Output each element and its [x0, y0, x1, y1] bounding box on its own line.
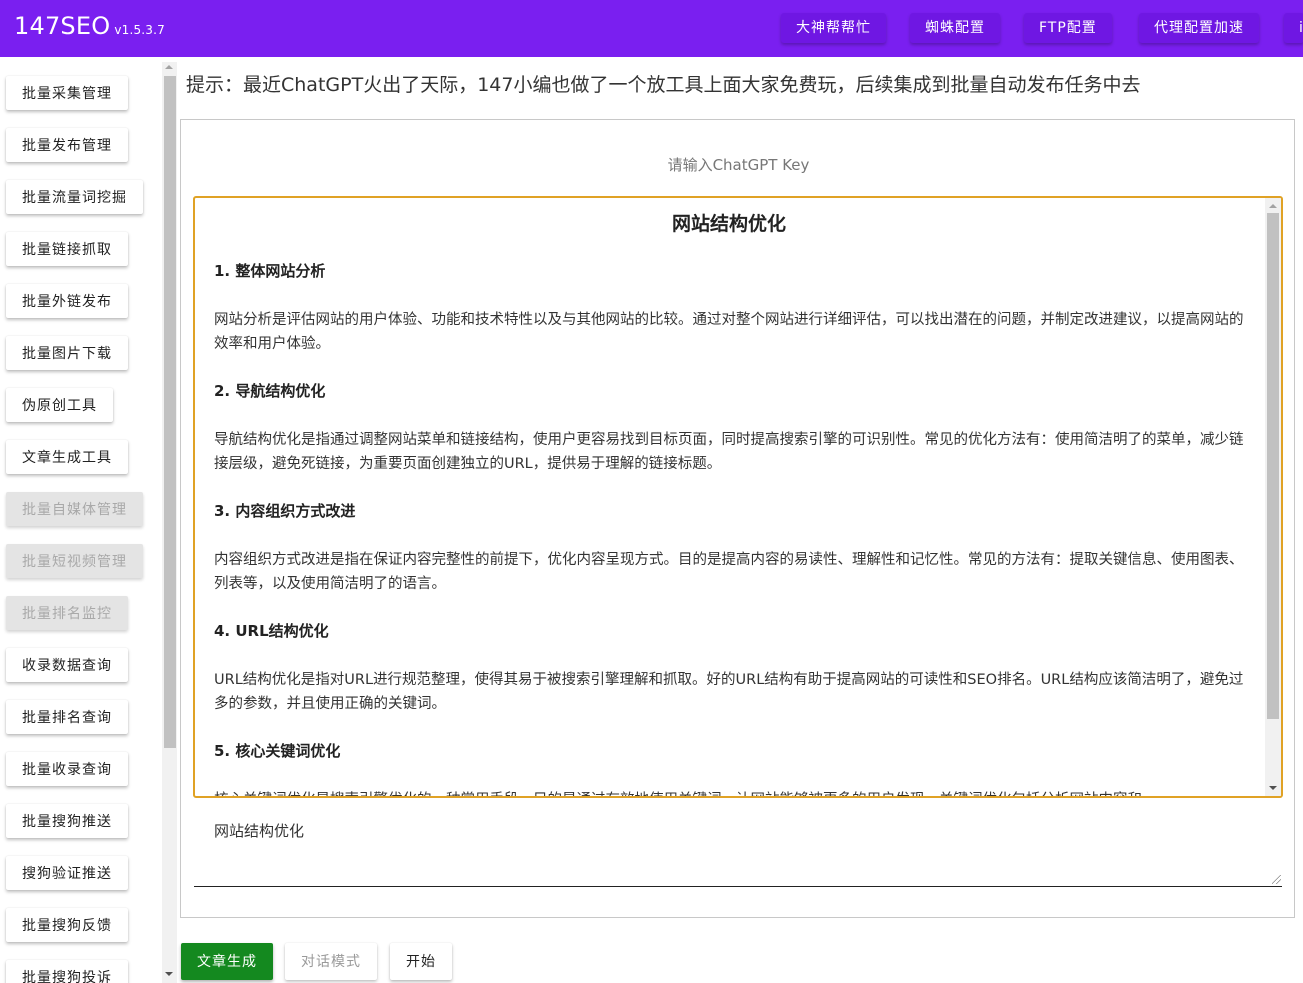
resize-grip-icon[interactable] [1272, 875, 1281, 884]
sidebar-item-sogou-push[interactable]: 批量搜狗推送 [6, 804, 128, 838]
section-body: 内容组织方式改进是指在保证内容完整性的前提下，优化内容呈现方式。目的是提高内容的… [214, 552, 1244, 592]
sidebar-item-media-manage: 批量自媒体管理 [6, 492, 143, 526]
help-button[interactable]: 大神帮帮忙 [781, 13, 886, 43]
ftp-config-button[interactable]: FTP配置 [1024, 13, 1112, 43]
start-button[interactable]: 开始 [390, 943, 452, 980]
section-body: 核心关键词优化是搜索引擎优化的一种常用手段，目的是通过有效地使用关键词，让网站能… [214, 788, 1244, 796]
tip-text: 提示：最近ChatGPT火出了天际，147小编也做了一个放工具上面大家免费玩，后… [186, 74, 1141, 96]
section-heading: 2. 导航结构优化 [214, 382, 326, 400]
sidebar-item-index-query[interactable]: 收录数据查询 [6, 648, 128, 682]
more-header-button[interactable]: i [1284, 13, 1303, 43]
sidebar-item-article-generator[interactable]: 文章生成工具 [6, 440, 128, 474]
chatgpt-key-input[interactable]: 请输入ChatGPT Key [181, 154, 1296, 175]
sidebar-item-image-download[interactable]: 批量图片下载 [6, 336, 128, 370]
section-heading: 1. 整体网站分析 [214, 262, 326, 280]
sidebar: 批量采集管理 批量发布管理 批量流量词挖掘 批量链接抓取 批量外链发布 批量图片… [0, 60, 178, 983]
app-version: v1.5.3.7 [114, 23, 165, 37]
proxy-config-button[interactable]: 代理配置加速 [1139, 13, 1259, 43]
sidebar-item-link-crawl[interactable]: 批量链接抓取 [6, 232, 128, 266]
sidebar-item-sogou-feedback[interactable]: 批量搜狗反馈 [6, 908, 128, 942]
section-heading: 3. 内容组织方式改进 [214, 502, 356, 520]
sidebar-item-keyword-mining[interactable]: 批量流量词挖掘 [6, 180, 143, 214]
section-body: 网站分析是评估网站的用户体验、功能和技术特性以及与其他网站的比较。通过对整个网站… [214, 312, 1244, 352]
sidebar-item-batch-collect[interactable]: 批量采集管理 [6, 76, 128, 110]
sidebar-scrollbar-thumb[interactable] [164, 76, 176, 748]
generated-output[interactable]: 网站结构优化 1. 整体网站分析 网站分析是评估网站的用户体验、功能和技术特性以… [193, 196, 1283, 798]
sidebar-item-sogou-verify-push[interactable]: 搜狗验证推送 [6, 856, 128, 890]
sidebar-item-pseudo-original[interactable]: 伪原创工具 [6, 388, 113, 422]
sidebar-item-backlink-publish[interactable]: 批量外链发布 [6, 284, 128, 318]
app-header: 147SEO v1.5.3.7 大神帮帮忙 蜘蛛配置 FTP配置 代理配置加速 i [0, 0, 1303, 57]
scroll-up-arrow-icon[interactable] [1269, 204, 1277, 208]
section-body: URL结构优化是指对URL进行规范整理，使得其易于被搜索引擎理解和抓取。好的UR… [214, 672, 1244, 712]
section-heading: 4. URL结构优化 [214, 622, 329, 640]
prompt-text: 网站结构优化 [214, 822, 305, 840]
spider-config-button[interactable]: 蜘蛛配置 [910, 13, 1000, 43]
prompt-textarea[interactable]: 网站结构优化 [194, 804, 1282, 887]
sidebar-item-video-manage: 批量短视频管理 [6, 544, 143, 578]
chat-mode-button[interactable]: 对话模式 [285, 943, 377, 980]
output-title: 网站结构优化 [671, 213, 786, 235]
sidebar-item-sogou-complaint[interactable]: 批量搜狗投诉 [6, 960, 128, 983]
section-heading: 5. 核心关键词优化 [214, 742, 341, 760]
section-body: 导航结构优化是指通过调整网站菜单和链接结构，使用户更容易找到目标页面，同时提高搜… [214, 432, 1244, 472]
sidebar-item-batch-index-query[interactable]: 批量收录查询 [6, 752, 128, 786]
sidebar-item-rank-monitor: 批量排名监控 [6, 596, 128, 630]
app-brand: 147SEO v1.5.3.7 [14, 12, 165, 40]
scroll-down-arrow-icon[interactable] [165, 972, 173, 976]
output-scrollbar-thumb[interactable] [1267, 213, 1279, 719]
scroll-up-arrow-icon[interactable] [165, 65, 173, 69]
sidebar-item-rank-query[interactable]: 批量排名查询 [6, 700, 128, 734]
generate-article-button[interactable]: 文章生成 [181, 943, 273, 980]
app-name: 147SEO [14, 12, 111, 40]
scroll-down-arrow-icon[interactable] [1269, 786, 1277, 790]
sidebar-item-batch-publish[interactable]: 批量发布管理 [6, 128, 128, 162]
